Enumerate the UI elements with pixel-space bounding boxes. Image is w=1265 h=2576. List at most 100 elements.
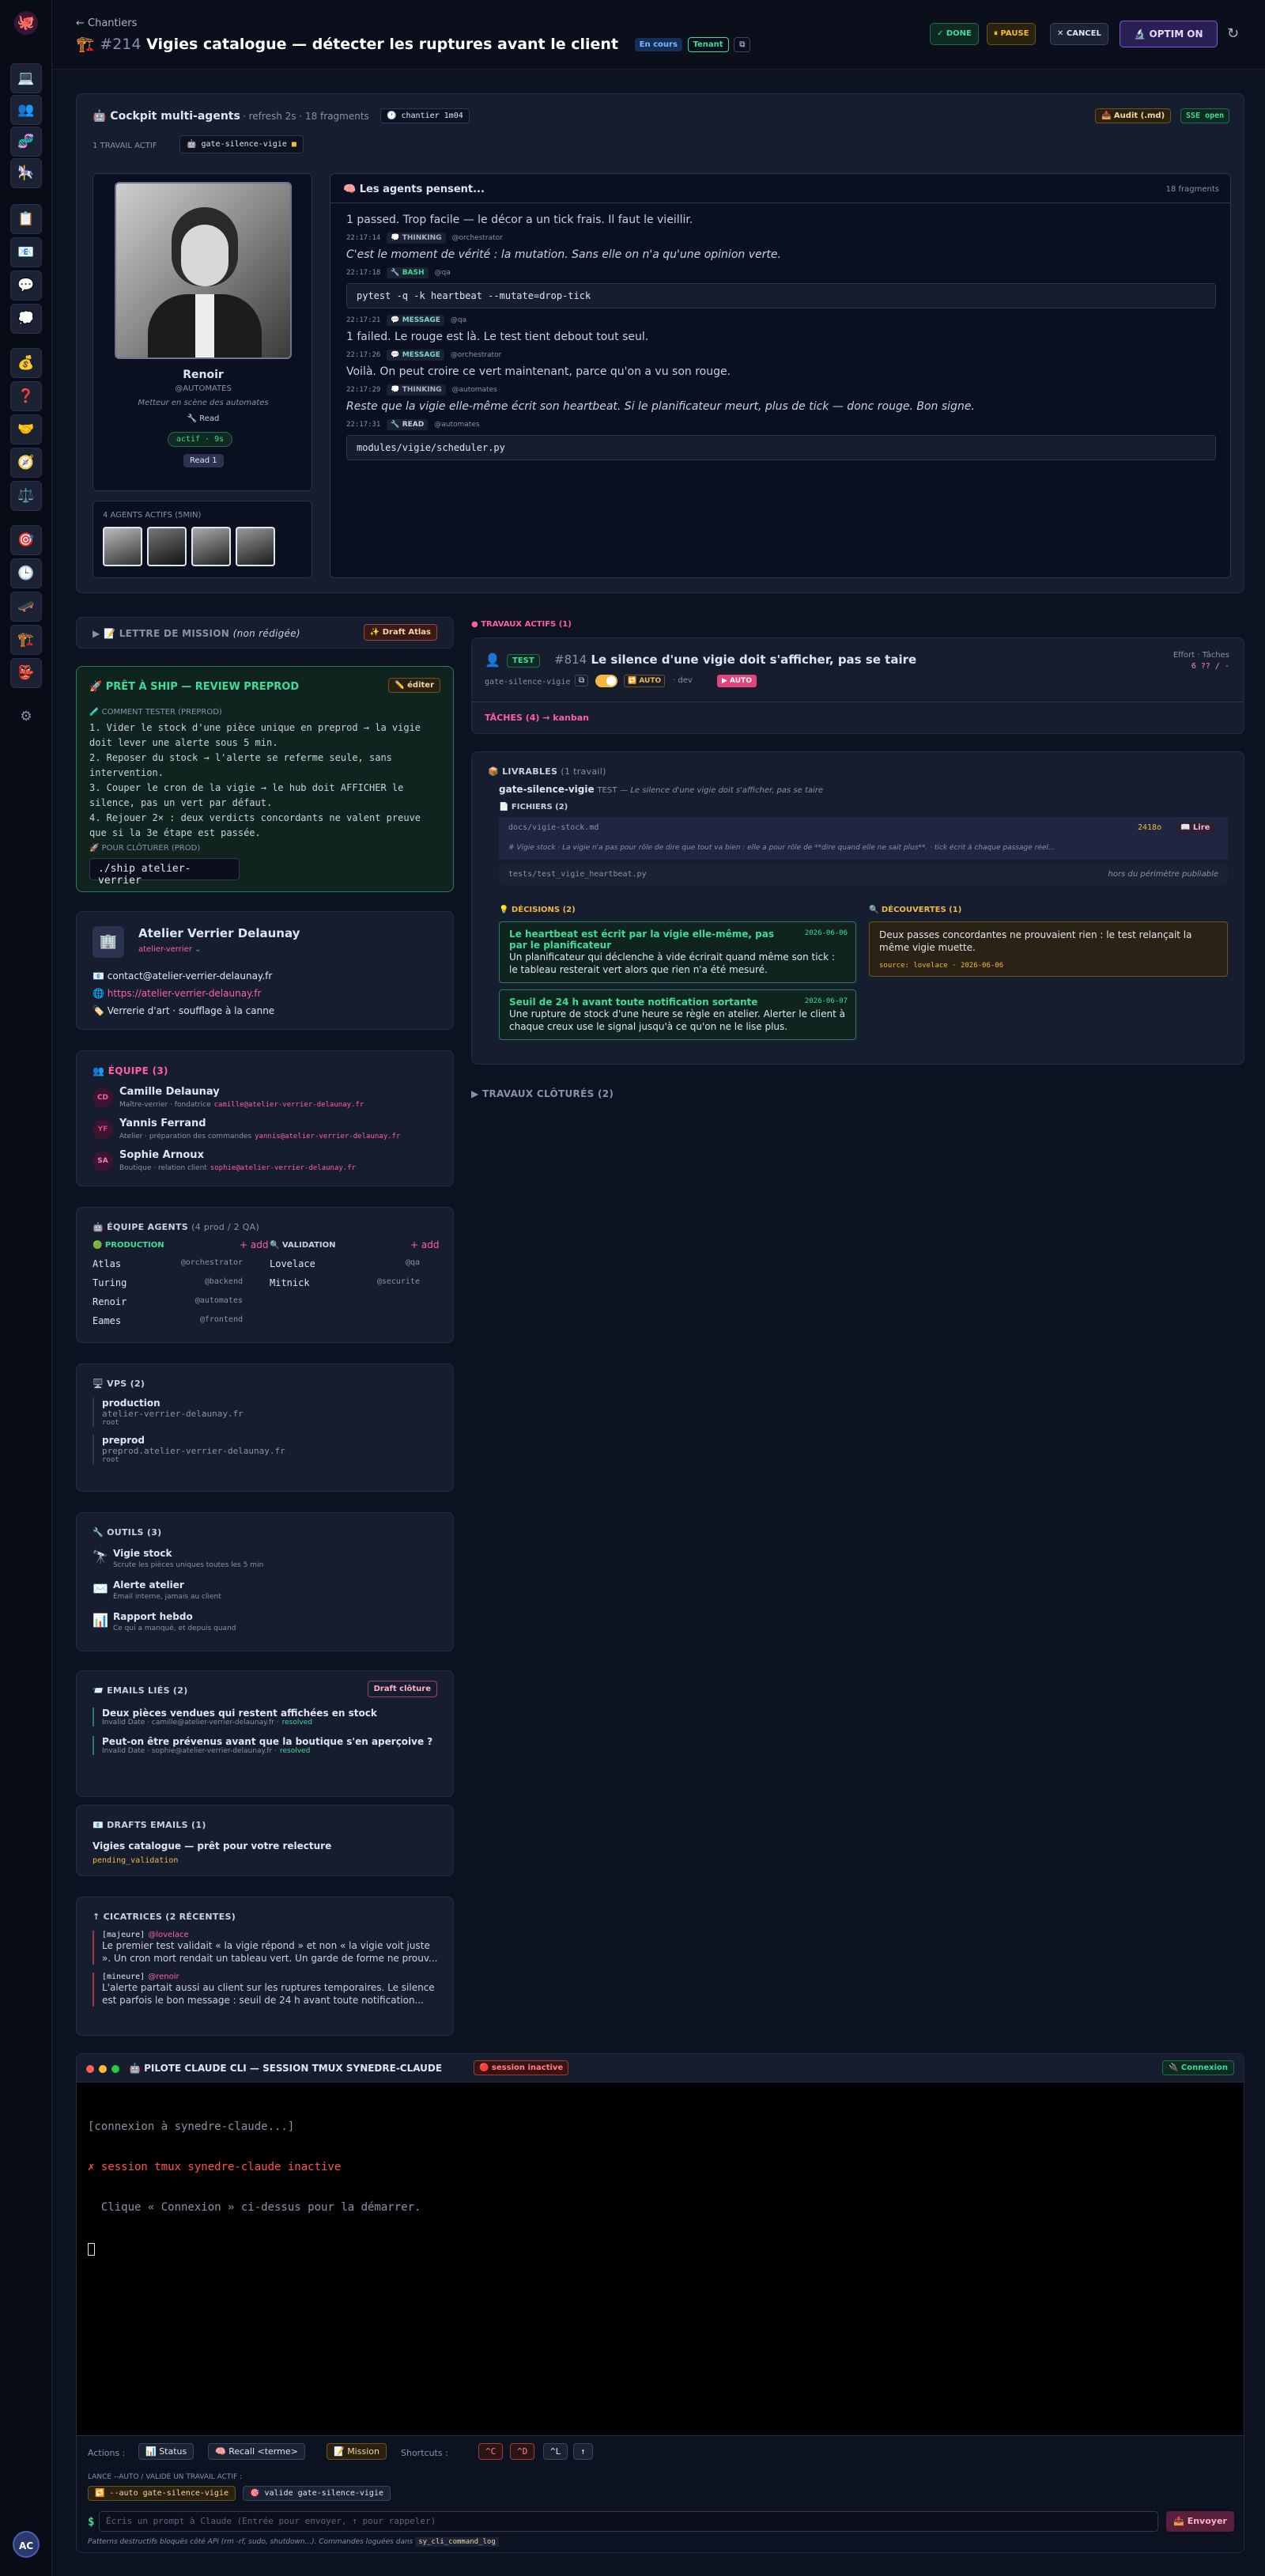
team-member[interactable]: YF Yannis Ferrand Atelier · préparation de… — [93, 1118, 440, 1149]
add-prod-agent[interactable]: + add — [240, 1239, 268, 1250]
email-item[interactable]: Deux pièces vendues qui restent affichée… — [93, 1708, 440, 1727]
draft-atlas-button[interactable]: ✨ Draft Atlas — [363, 624, 437, 641]
agent-thumb[interactable] — [103, 527, 142, 566]
up-key[interactable]: ↑ — [573, 2443, 593, 2460]
member-email[interactable]: sophie@atelier-verrier-delaunay.fr — [210, 1164, 356, 1172]
mission-card[interactable]: ▶ 📝 LETTRE DE MISSION (non rédigée) ✨ Dr… — [76, 617, 454, 649]
pause-button[interactable]: ⏸ PAUSE — [987, 23, 1037, 45]
agent-row[interactable]: Mitnick @securite — [270, 1277, 428, 1296]
file-row[interactable]: tests/test_vigie_heartbeat.py hors du pé… — [499, 864, 1228, 885]
copy-icon[interactable]: ⧉ — [575, 675, 589, 687]
laptop-icon[interactable]: 💻 — [10, 63, 42, 93]
client-card: 🏢 Atelier Verrier Delaunay atelier-verri… — [76, 911, 454, 1030]
agent-row[interactable]: Renoir @automates — [93, 1296, 251, 1315]
work-card[interactable]: 👤 TEST #814 Le silence d'une vigie doit … — [471, 637, 1244, 734]
construction-icon[interactable]: 🏗️ — [10, 625, 42, 655]
agent-role: Metteur en scène des automates — [138, 399, 269, 407]
closed-works-toggle[interactable]: ▶ TRAVAUX CLÔTURÉS (2) — [471, 1088, 614, 1099]
thought-icon[interactable]: 💭 — [10, 304, 42, 334]
back-link[interactable]: ← Chantiers — [76, 17, 137, 29]
copy-icon[interactable]: ⧉ — [734, 37, 751, 52]
refresh-icon[interactable]: ↻ — [1227, 25, 1239, 42]
agent-row[interactable]: Turing @backend — [93, 1277, 251, 1296]
email-item[interactable]: Peut-on être prévenus avant que la bouti… — [93, 1736, 440, 1755]
envelope-icon[interactable]: 📧 — [10, 237, 42, 267]
dna-icon[interactable]: 🧬 — [10, 127, 42, 157]
edit-button[interactable]: ✏️ éditer — [388, 678, 440, 693]
speech-icon[interactable]: 💬 — [10, 270, 42, 301]
decision-item[interactable]: 2026-06-07 Seuil de 24 h avant toute noti… — [499, 989, 856, 1040]
handshake-icon[interactable]: 🤝 — [10, 414, 42, 444]
tasks-link[interactable]: TÂCHES (4) → kanban — [485, 713, 589, 723]
team-member[interactable]: SA Sophie Arnoux Boutique · relation clien… — [93, 1149, 440, 1181]
agent-name: Renoir — [93, 1296, 127, 1307]
ship-command[interactable]: ./ship atelier-verrier — [89, 858, 240, 887]
optim-button[interactable]: 🔬 OPTIM ON — [1120, 21, 1218, 47]
validate-button[interactable]: 🎯 valide gate-silence-vigie — [243, 2486, 391, 2501]
minimize-dot[interactable] — [99, 2065, 107, 2073]
vps-item[interactable]: production atelier-verrier-delaunay.fr roo… — [93, 1398, 440, 1427]
moneybag-icon[interactable]: 💰 — [10, 348, 42, 378]
circus-icon[interactable]: 🎠 — [10, 158, 42, 188]
people-icon[interactable]: 👥 — [10, 95, 42, 125]
ogre-icon[interactable]: 👺 — [10, 658, 42, 688]
agent-row[interactable]: Atlas @orchestrator — [93, 1258, 251, 1277]
decision-item[interactable]: 2026-06-06 Le heartbeat est écrit par la … — [499, 921, 856, 983]
compass-icon[interactable]: 🧭 — [10, 448, 42, 478]
agent-thumb[interactable] — [191, 527, 231, 566]
file-row[interactable]: docs/vigie-stock.md 2418o 📖 Lire # Vigie… — [499, 817, 1228, 860]
status-action[interactable]: 📊 Status — [138, 2443, 194, 2460]
clipboard-icon[interactable]: 📋 — [10, 204, 42, 234]
vps-item[interactable]: preprod preprod.atelier-verrier-delaunay.… — [93, 1435, 440, 1464]
test-steps: 1. Vider le stock d'une pièce unique en … — [89, 721, 437, 841]
member-email[interactable]: camille@atelier-verrier-delaunay.fr — [214, 1101, 364, 1109]
ctrl-l-key[interactable]: ^L — [543, 2443, 568, 2460]
active-work-chip[interactable]: 🤖 gate-silence-vigie ■ — [179, 135, 304, 153]
done-button[interactable]: ✓ DONE — [930, 23, 979, 45]
team-member[interactable]: CD Camille Delaunay Maître-verrier · fonda… — [93, 1086, 440, 1118]
maximize-dot[interactable] — [111, 2065, 119, 2073]
gear-icon[interactable]: ⚙ — [10, 702, 42, 732]
octopus-logo[interactable]: 🐙 — [14, 11, 38, 35]
recall-action[interactable]: 🧠 Recall <terme> — [208, 2443, 305, 2460]
tool-item[interactable]: 📊 Rapport hebdo Ce qui a manqué, et depuis… — [93, 1611, 440, 1643]
send-button[interactable]: 📤 Envoyer — [1166, 2511, 1234, 2532]
construction-icon: 🏗️ — [76, 36, 95, 53]
read-file-button[interactable]: 📖 Lire — [1176, 822, 1215, 834]
scar-item[interactable]: [mineure] @renoir L'alerte partait aussi a… — [93, 1973, 440, 2007]
launch-auto-button[interactable]: 🔁 --auto gate-silence-vigie — [88, 2486, 236, 2501]
target-icon[interactable]: 🎯 — [10, 525, 42, 555]
prompt-input[interactable]: Écris un prompt à Claude (Entrée pour en… — [99, 2511, 1158, 2532]
auto-run-button[interactable]: ▶ AUTO — [717, 675, 757, 687]
client-site-link[interactable]: https://atelier-verrier-delaunay.fr — [108, 988, 262, 999]
draft-subject[interactable]: Vigies catalogue — prêt pour votre relec… — [93, 1840, 331, 1852]
skates-icon[interactable]: 🛹 — [10, 592, 42, 622]
mission-action[interactable]: 📝 Mission — [327, 2443, 387, 2460]
draft-closure-button[interactable]: Draft clôture — [367, 1681, 437, 1697]
cockpit-refresh: · refresh 2s · 18 fragments — [243, 111, 369, 122]
tool-desc: Scrute les pièces uniques toutes les 5 m… — [113, 1561, 264, 1569]
tool-item[interactable]: ✉️ Alerte atelier Email interne, jamais au… — [93, 1579, 440, 1611]
tool-item[interactable]: 🔭 Vigie stock Scrute les pièces uniques to… — [93, 1548, 440, 1579]
agent-row[interactable]: Lovelace @qa — [270, 1258, 428, 1277]
cockpit-panel: 🤖 Cockpit multi-agents · refresh 2s · 18… — [76, 93, 1244, 593]
audit-button[interactable]: 📥 Audit (.md) — [1095, 108, 1172, 123]
member-email[interactable]: yannis@atelier-verrier-delaunay.fr — [255, 1133, 400, 1140]
add-val-agent[interactable]: + add — [410, 1239, 439, 1250]
avatar[interactable]: AC — [13, 2531, 40, 2558]
work-title: #814 Le silence d'une vigie doit s'affic… — [554, 653, 917, 667]
agent-thumb[interactable] — [236, 527, 275, 566]
close-dot[interactable] — [86, 2065, 94, 2073]
cancel-button[interactable]: ✕ CANCEL — [1050, 23, 1108, 45]
agent-thumb[interactable] — [147, 527, 187, 566]
scar-item[interactable]: [majeure] @lovelace Le premier test valida… — [93, 1931, 440, 1965]
agent-portrait — [115, 182, 292, 359]
ctrl-c-key[interactable]: ^C — [478, 2443, 504, 2460]
question-icon[interactable]: ❓ — [10, 381, 42, 411]
connect-button[interactable]: 🔌 Connexion — [1161, 2060, 1234, 2075]
scales-icon[interactable]: ⚖️ — [10, 481, 42, 511]
clock-icon[interactable]: 🕒 — [10, 558, 42, 588]
agent-row[interactable]: Eames @frontend — [93, 1315, 251, 1334]
auto-toggle[interactable] — [595, 675, 617, 687]
ctrl-d-key[interactable]: ^D — [510, 2443, 535, 2460]
